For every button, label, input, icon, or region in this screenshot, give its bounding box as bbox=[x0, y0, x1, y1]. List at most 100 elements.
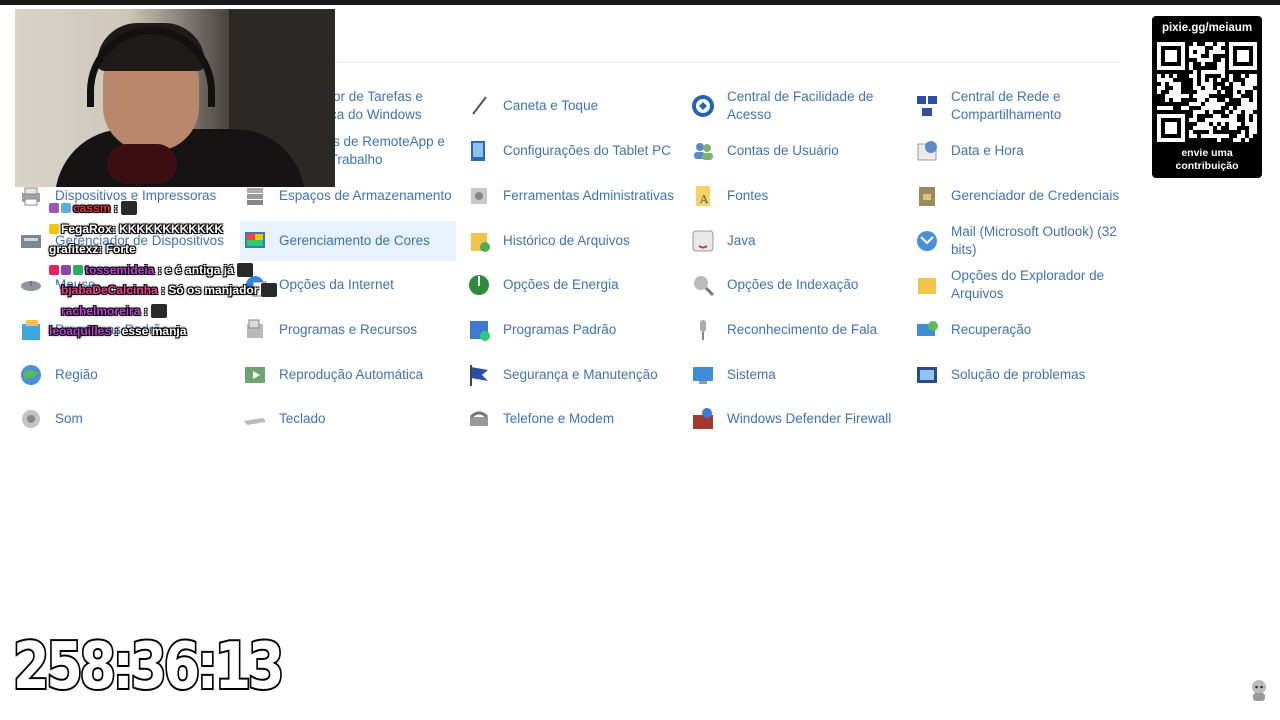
control-panel-item-label: Recuperação bbox=[951, 322, 1032, 337]
svg-text:A: A bbox=[699, 193, 709, 206]
power-icon bbox=[464, 270, 494, 300]
control-panel-item-label: Gerenciador de Credenciais bbox=[951, 188, 1120, 203]
chat-message: grafitexz: Forte bbox=[49, 239, 279, 260]
control-panel-item[interactable]: Teclado bbox=[240, 399, 456, 439]
control-panel-item-label: Opções de Indexação bbox=[727, 277, 859, 292]
chat-badge-icon bbox=[61, 264, 71, 275]
control-panel-item-label: Reprodução Automática bbox=[279, 367, 424, 382]
control-panel-item[interactable]: Reprodução Automática bbox=[240, 355, 456, 395]
control-panel-item-label: Programas Padrão bbox=[503, 322, 617, 337]
calendar-icon bbox=[912, 136, 942, 166]
control-panel-item[interactable]: Som bbox=[16, 399, 232, 439]
chat-username: rachelmoreira bbox=[61, 303, 141, 318]
chat-text: KKKKKKKKKKKK bbox=[115, 221, 224, 236]
control-panel-item[interactable]: Caneta e Toque bbox=[464, 86, 680, 126]
control-panel-item-label: Reconhecimento de Fala bbox=[727, 322, 878, 337]
firewall-icon bbox=[688, 404, 718, 434]
control-panel-item[interactable]: Telefone e Modem bbox=[464, 399, 680, 439]
credentials-icon bbox=[912, 181, 942, 211]
donation-caption: envie uma contribuição bbox=[1152, 147, 1262, 172]
control-panel-item-label: Sistema bbox=[727, 367, 776, 382]
microphone-icon bbox=[688, 315, 718, 345]
control-panel-item[interactable]: A Fontes bbox=[688, 176, 904, 216]
control-panel-item[interactable]: Opções de Indexação bbox=[688, 265, 904, 305]
control-panel-item[interactable]: Recuperação bbox=[912, 310, 1128, 350]
network-icon bbox=[912, 91, 942, 121]
system-icon bbox=[688, 360, 718, 390]
control-panel-item[interactable]: Segurança e Manutenção bbox=[464, 355, 680, 395]
speaker-icon bbox=[16, 404, 46, 434]
chat-emote-icon bbox=[236, 262, 253, 277]
control-panel-item-label: Opções do Explorador de Arquivos bbox=[951, 268, 1105, 301]
control-panel-item-label: Espaços de Armazenamento bbox=[279, 188, 452, 203]
control-panel-item-label: Mail (Microsoft Outlook) (32 bits) bbox=[951, 224, 1117, 257]
chat-badge-icon bbox=[49, 305, 59, 316]
control-panel-item[interactable]: Reconhecimento de Fala bbox=[688, 310, 904, 350]
microphone-foam-icon bbox=[107, 144, 177, 184]
control-panel-item[interactable]: Ferramentas Administrativas bbox=[464, 176, 680, 216]
control-panel-item[interactable]: Java bbox=[688, 221, 904, 261]
control-panel-item-label: Telefone e Modem bbox=[503, 411, 615, 426]
control-panel-item-label: Fontes bbox=[727, 188, 769, 203]
chat-text: esse manja bbox=[118, 324, 187, 338]
control-panel-item[interactable]: Solução de problemas bbox=[912, 355, 1128, 395]
indexing-icon bbox=[688, 270, 718, 300]
file-history-icon bbox=[464, 226, 494, 256]
default-programs-icon bbox=[464, 315, 494, 345]
control-panel-item-label: Data e Hora bbox=[951, 143, 1024, 158]
chat-badge-icon bbox=[49, 264, 59, 275]
chat-message: cassm : bbox=[49, 198, 279, 219]
admin-tools-icon bbox=[464, 181, 494, 211]
flag-icon bbox=[464, 360, 494, 390]
chat-username: tossemideia bbox=[85, 262, 155, 277]
chat-message: FegaRox: KKKKKKKKKKKK bbox=[49, 219, 279, 240]
stream-timer: 258:36:13 bbox=[11, 628, 286, 706]
control-panel-item[interactable]: Data e Hora bbox=[912, 131, 1128, 171]
control-panel-item[interactable]: Gerenciador de Credenciais bbox=[912, 176, 1128, 216]
qr-code-icon bbox=[1157, 42, 1257, 142]
donation-card: pixie.gg/meiaum envie uma contribuição bbox=[1152, 16, 1262, 178]
control-panel-item[interactable]: Contas de Usuário bbox=[688, 131, 904, 171]
chat-message: rachelmoreira : bbox=[49, 301, 279, 322]
control-panel-item[interactable]: Mail (Microsoft Outlook) (32 bits) bbox=[912, 221, 1128, 261]
chat-separator: : bbox=[157, 283, 166, 297]
keyboard-icon bbox=[240, 404, 270, 434]
chat-separator: : bbox=[110, 201, 118, 215]
control-panel-item[interactable]: Histórico de Arquivos bbox=[464, 221, 680, 261]
control-panel-item-label: Java bbox=[727, 233, 756, 248]
chat-emote-icon bbox=[120, 201, 137, 215]
explorer-options-icon bbox=[912, 270, 942, 300]
control-panel-item[interactable]: Opções de Energia bbox=[464, 265, 680, 305]
chat-separator: : bbox=[154, 262, 162, 277]
control-panel-item-label: Gerenciamento de Cores bbox=[279, 233, 430, 248]
control-panel-item-label: Programas e Recursos bbox=[279, 322, 418, 337]
chat-username: leoaquilles bbox=[49, 324, 112, 338]
donation-url: pixie.gg/meiaum bbox=[1161, 22, 1253, 34]
chat-emote-icon bbox=[150, 303, 167, 318]
control-panel-item[interactable]: Windows Defender Firewall bbox=[688, 399, 904, 439]
control-panel-item[interactable]: Sistema bbox=[688, 355, 904, 395]
device-manager-icon bbox=[16, 226, 46, 256]
chat-username: grafitexz bbox=[49, 242, 99, 256]
autoplay-icon bbox=[240, 360, 270, 390]
mascot-icon bbox=[1252, 680, 1266, 701]
chat-separator: : bbox=[140, 303, 148, 318]
fonts-icon: A bbox=[688, 181, 718, 211]
control-panel-item[interactable]: Programas Padrão bbox=[464, 310, 680, 350]
control-panel-item[interactable]: Opções do Explorador de Arquivos bbox=[912, 265, 1128, 305]
control-panel-item-label: Opções de Energia bbox=[503, 277, 619, 292]
control-panel-item[interactable]: Central de Facilidade de Acesso bbox=[688, 86, 904, 126]
control-panel-item-label: Segurança e Manutenção bbox=[503, 367, 658, 382]
folder-icon bbox=[16, 315, 46, 345]
donation-caption-line1: envie uma bbox=[1181, 147, 1233, 159]
chat-badge-icon bbox=[49, 223, 59, 234]
control-panel-item[interactable]: Região bbox=[16, 355, 232, 395]
chat-message: bjabaDeCalcinha : Só os manjador bbox=[49, 280, 279, 301]
chat-emote-icon bbox=[261, 283, 278, 297]
control-panel-item-label: Central de Facilidade de Acesso bbox=[727, 89, 874, 122]
pen-icon bbox=[464, 91, 494, 121]
chat-message: tossemideia : e é antiga já bbox=[49, 260, 279, 281]
control-panel-item[interactable]: Central de Rede e Compartilhamento bbox=[912, 86, 1128, 126]
control-panel-item[interactable]: Configurações do Tablet PC bbox=[464, 131, 680, 171]
chat-badge-icon bbox=[49, 203, 59, 213]
